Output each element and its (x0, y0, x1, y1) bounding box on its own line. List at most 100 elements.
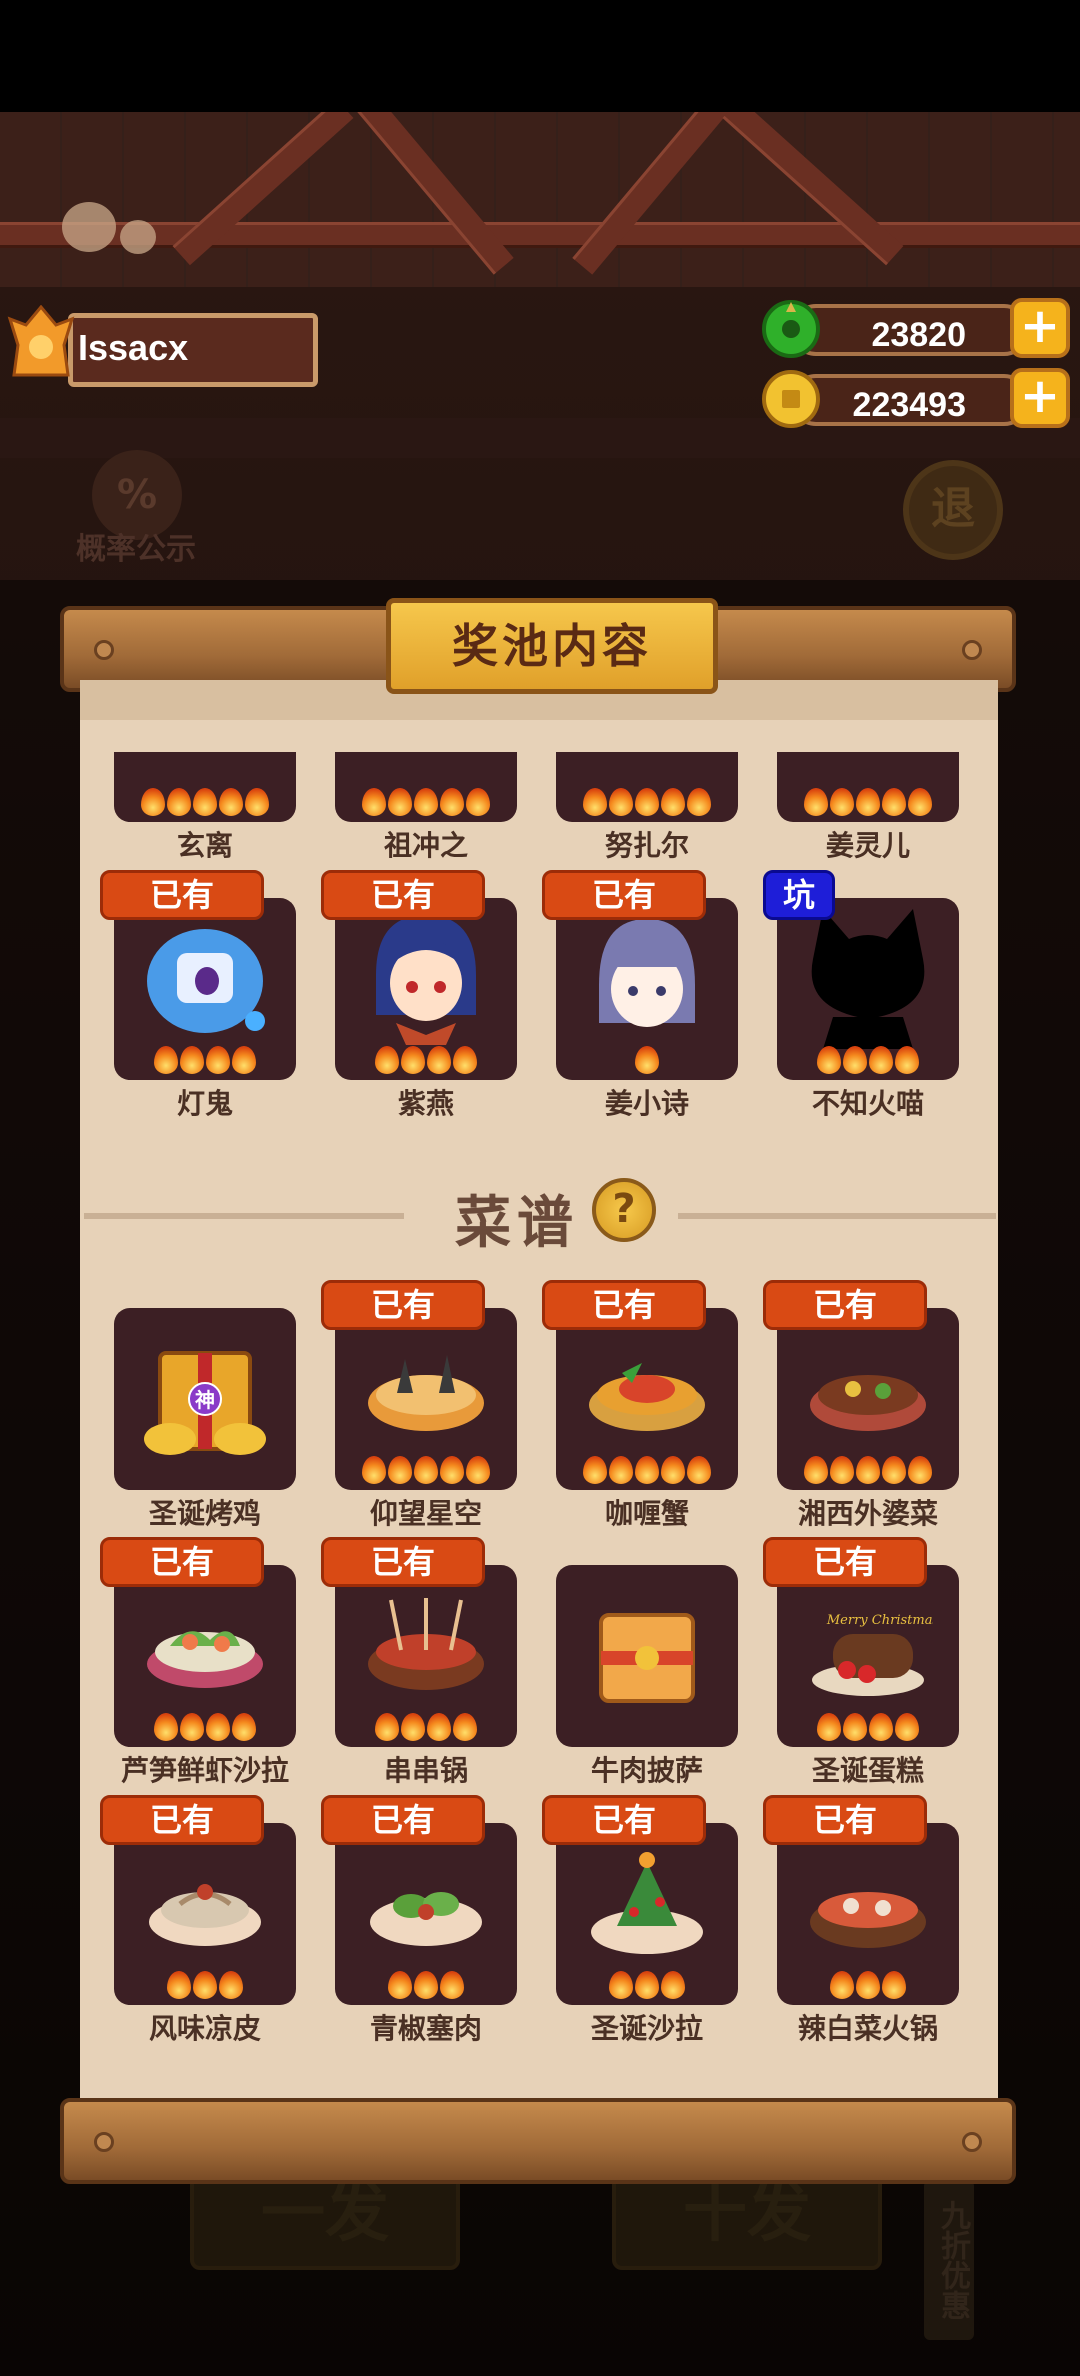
roof-beam (0, 222, 1080, 248)
rod-cap (94, 2132, 114, 2152)
recipe-name: 牛肉披萨 (590, 1754, 703, 1787)
flame-icon (856, 1971, 880, 1999)
character-card (556, 898, 738, 1080)
flame-icon (804, 1456, 828, 1484)
flame-icon (895, 1046, 919, 1074)
character-name: 姜灵儿 (825, 829, 910, 862)
xiangxi-dish (810, 1375, 926, 1431)
flame-icon (193, 1971, 217, 1999)
flame-icon (895, 1713, 919, 1741)
star-rating (114, 788, 296, 816)
flame-icon (219, 788, 243, 816)
panel-title: 奖池内容 (452, 619, 652, 673)
character-name: 玄离 (176, 829, 233, 862)
flame-icon (661, 1971, 685, 1999)
recipe-card (556, 1823, 738, 2005)
recipe-name: 湘西外婆菜 (797, 1497, 938, 1530)
coin-amount: 223493 (852, 386, 966, 424)
owned-badge: 已有 (321, 1795, 485, 1845)
owned-badge: 已有 (763, 1537, 927, 1587)
character-name: 祖冲之 (383, 829, 468, 862)
kimchi-hotpot-dish (810, 1892, 926, 1948)
recipe-name: 串串锅 (383, 1754, 468, 1787)
owned-badge: 已有 (100, 870, 264, 920)
flame-icon (817, 1046, 841, 1074)
owned-badge: 已有 (542, 1280, 706, 1330)
flame-icon (167, 788, 191, 816)
flame-icon (219, 1971, 243, 1999)
recipe-card (114, 1565, 296, 1747)
character-card (114, 752, 296, 822)
character-card (777, 752, 959, 822)
flame-icon (609, 1456, 633, 1484)
flame-icon (583, 788, 607, 816)
flame-icon (375, 1713, 399, 1741)
flame-icon (427, 1046, 451, 1074)
star-rating (335, 788, 517, 816)
recipe-name: 咖喱蟹 (604, 1497, 689, 1530)
jade-amount: 23820 (871, 316, 966, 354)
recipe-name: 芦笋鲜虾沙拉 (120, 1754, 289, 1787)
flame-icon (154, 1046, 178, 1074)
flame-icon (609, 1971, 633, 1999)
flame-icon (388, 1971, 412, 1999)
flame-icon (466, 1456, 490, 1484)
owned-badge: 已有 (100, 1537, 264, 1587)
recipe-card (335, 1565, 517, 1747)
add-jade-button[interactable]: + (1010, 298, 1070, 358)
christmas-salad-dish (591, 1852, 703, 1954)
divine-tag: 神 (195, 1388, 215, 1412)
section-divider (84, 1213, 404, 1219)
flame-icon (440, 1971, 464, 1999)
flame-icon (843, 1046, 867, 1074)
flame-icon (388, 788, 412, 816)
character-card (777, 898, 959, 1080)
star-rating (335, 1456, 517, 1484)
flame-icon (466, 788, 490, 816)
character-card (114, 898, 296, 1080)
recipes-section-title: 菜谱 (455, 1191, 579, 1256)
cake-text: Merry Christmas (826, 1613, 933, 1628)
flame-icon (232, 1713, 256, 1741)
flame-icon (440, 788, 464, 816)
help-icon[interactable]: ? (592, 1178, 656, 1242)
rod-cap (94, 640, 114, 660)
flame-icon (180, 1713, 204, 1741)
flame-icon (843, 1713, 867, 1741)
flame-icon (167, 1971, 191, 1999)
curry-crab-dish (589, 1363, 705, 1431)
liangpi-dish (149, 1884, 261, 1946)
flame-icon (362, 1456, 386, 1484)
back-button[interactable]: 退 (903, 460, 1003, 560)
flame-icon (453, 1046, 477, 1074)
christmas-cake-dish: Merry Christmas (812, 1613, 933, 1696)
owned-badge: 已有 (542, 870, 706, 920)
flame-icon (440, 1456, 464, 1484)
flame-icon (908, 788, 932, 816)
jade-icon (762, 300, 820, 358)
jiang-xiaoshi-portrait (599, 919, 695, 1027)
chick-decoration (62, 202, 116, 252)
star-rating (777, 1456, 959, 1484)
recipe-card (556, 1308, 738, 1490)
recipe-card (777, 1308, 959, 1490)
add-coin-button[interactable]: + (1010, 368, 1070, 428)
star-rating (114, 1971, 296, 1999)
probability-label[interactable]: 概率公示 (76, 524, 196, 568)
jade-currency: 23820 + (760, 298, 1070, 360)
beef-pizza-gift-icon (599, 1613, 695, 1703)
star-rating (335, 1713, 517, 1741)
star-rating (335, 1971, 517, 1999)
recipe-name: 仰望星空 (369, 1497, 482, 1530)
scroll-bottom-rod (60, 2098, 1016, 2184)
chick-decoration (120, 220, 156, 254)
recipe-name: 辣白菜火锅 (797, 2012, 938, 2045)
star-rating (114, 1046, 296, 1074)
star-rating (777, 1046, 959, 1074)
character-card (335, 752, 517, 822)
flame-icon (635, 1046, 659, 1074)
owned-badge: 已有 (321, 870, 485, 920)
recipe-card (335, 1308, 517, 1490)
star-rating (556, 1046, 738, 1074)
skewer-hotpot-dish (368, 1598, 484, 1690)
